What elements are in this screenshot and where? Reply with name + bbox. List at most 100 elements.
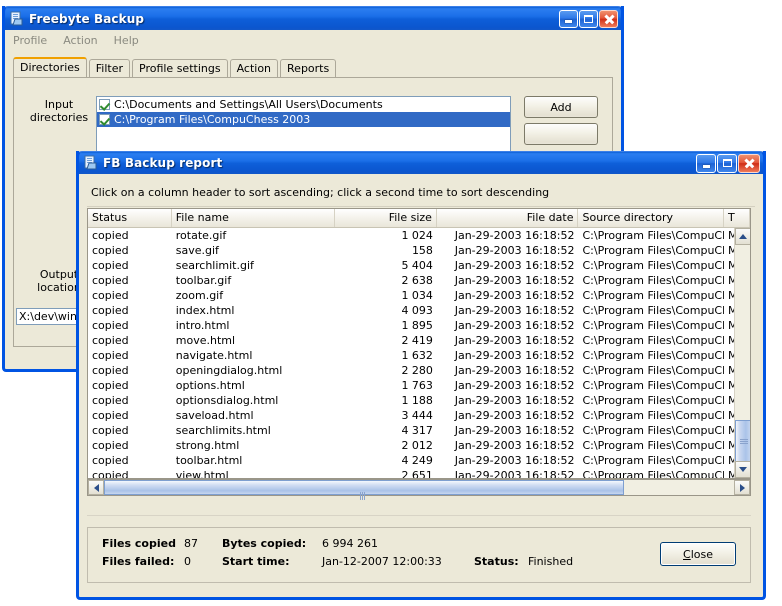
checkbox-checked-icon[interactable] <box>99 114 110 125</box>
cell-size: 1 188 <box>335 393 437 408</box>
tab-reports[interactable]: Reports <box>280 59 336 78</box>
table-row[interactable]: copiedsearchlimit.gif5 404Jan-29-2003 16… <box>88 258 750 273</box>
vertical-scrollbar-thumb[interactable] <box>735 420 750 464</box>
cell-name: toolbar.gif <box>172 273 336 288</box>
table-row[interactable]: copiedmove.html2 419Jan-29-2003 16:18:52… <box>88 333 750 348</box>
close-accelerator: C <box>683 548 691 561</box>
menubar: Profile Action Help <box>5 30 621 50</box>
close-button[interactable]: Close <box>660 542 736 566</box>
cell-name: searchlimits.html <box>172 423 336 438</box>
tab-profile-settings[interactable]: Profile settings <box>132 59 228 78</box>
cell-src: C:\Program Files\CompuChess 2... <box>579 288 725 303</box>
scroll-left-arrow-icon[interactable] <box>88 480 104 495</box>
report-file-list: Status File name File size File date Sou… <box>87 208 751 479</box>
table-row[interactable]: copiedview.html2 651Jan-29-2003 16:18:52… <box>88 468 750 478</box>
cell-size: 2 280 <box>335 363 437 378</box>
cell-status: copied <box>88 348 172 363</box>
scroll-up-arrow-icon[interactable] <box>735 228 750 245</box>
cell-status: copied <box>88 333 172 348</box>
tab-directories[interactable]: Directories <box>13 57 87 77</box>
column-header-target[interactable]: T <box>724 209 750 227</box>
summary-row-copied: Files copied 87 Bytes copied: 6 994 261 <box>102 537 573 555</box>
column-header-file-date[interactable]: File date <box>437 209 579 227</box>
minimize-button[interactable] <box>559 10 578 28</box>
menu-action[interactable]: Action <box>63 34 97 47</box>
table-row[interactable]: copiedsave.gif158Jan-29-2003 16:18:52C:\… <box>88 243 750 258</box>
report-window-titlebar[interactable]: FB Backup report <box>76 151 766 174</box>
scroll-right-arrow-icon[interactable] <box>734 480 750 495</box>
list-rows-area: copiedrotate.gif1 024Jan-29-2003 16:18:5… <box>88 228 750 478</box>
list-item[interactable]: C:\Documents and Settings\All Users\Docu… <box>97 97 510 112</box>
cell-date: Jan-29-2003 16:18:52 <box>437 453 579 468</box>
directory-path: C:\Program Files\CompuChess 2003 <box>114 113 310 126</box>
horizontal-scrollbar[interactable] <box>87 479 751 496</box>
add-button[interactable]: Add <box>524 96 598 118</box>
cell-date: Jan-29-2003 16:18:52 <box>437 408 579 423</box>
table-row[interactable]: copiedintro.html1 895Jan-29-2003 16:18:5… <box>88 318 750 333</box>
cell-status: copied <box>88 378 172 393</box>
secondary-directory-button[interactable] <box>524 123 598 145</box>
status-label: Status: <box>474 555 528 568</box>
close-button-label: Close <box>683 548 713 561</box>
cell-size: 1 024 <box>335 228 437 243</box>
table-row[interactable]: copiedtoolbar.html4 249Jan-29-2003 16:18… <box>88 453 750 468</box>
report-close-window-button[interactable] <box>738 154 760 173</box>
menu-help[interactable]: Help <box>114 34 139 47</box>
cell-date: Jan-29-2003 16:18:52 <box>437 318 579 333</box>
cell-status: copied <box>88 423 172 438</box>
main-window-title: Freebyte Backup <box>29 12 559 26</box>
horizontal-scrollbar-thumb[interactable] <box>104 480 624 495</box>
cell-status: copied <box>88 408 172 423</box>
tab-filter[interactable]: Filter <box>89 59 130 78</box>
column-header-file-name[interactable]: File name <box>172 209 335 227</box>
table-row[interactable]: copiedrotate.gif1 024Jan-29-2003 16:18:5… <box>88 228 750 243</box>
table-row[interactable]: copiedsaveload.html3 444Jan-29-2003 16:1… <box>88 408 750 423</box>
column-header-status[interactable]: Status <box>88 209 172 227</box>
table-row[interactable]: copiedstrong.html2 012Jan-29-2003 16:18:… <box>88 438 750 453</box>
tab-action[interactable]: Action <box>230 59 278 78</box>
cell-name: toolbar.html <box>172 453 336 468</box>
files-copied-label: Files copied <box>102 537 184 550</box>
list-item[interactable]: C:\Program Files\CompuChess 2003 <box>97 112 510 127</box>
column-header-file-size[interactable]: File size <box>335 209 437 227</box>
input-directories-label: Input directories <box>28 98 90 124</box>
table-row[interactable]: copiedtoolbar.gif2 638Jan-29-2003 16:18:… <box>88 273 750 288</box>
cell-status: copied <box>88 318 172 333</box>
column-header-source-directory[interactable]: Source directory <box>578 209 724 227</box>
report-maximize-button[interactable] <box>717 154 737 173</box>
report-window-title: FB Backup report <box>103 156 696 170</box>
report-icon <box>83 155 99 171</box>
cell-name: index.html <box>172 303 336 318</box>
files-copied-value: 87 <box>184 537 222 550</box>
cell-name: saveload.html <box>172 408 336 423</box>
checkbox-checked-icon[interactable] <box>99 99 110 110</box>
cell-src: C:\Program Files\CompuChess 2... <box>579 273 725 288</box>
cell-src: C:\Program Files\CompuChess 2... <box>579 468 725 478</box>
start-time-label: Start time: <box>222 555 322 568</box>
cell-date: Jan-29-2003 16:18:52 <box>437 258 579 273</box>
cell-src: C:\Program Files\CompuChess 2... <box>579 348 725 363</box>
table-row[interactable]: copiedindex.html4 093Jan-29-2003 16:18:5… <box>88 303 750 318</box>
table-row[interactable]: copiedzoom.gif1 034Jan-29-2003 16:18:52C… <box>88 288 750 303</box>
tabstrip: Directories Filter Profile settings Acti… <box>13 58 621 77</box>
vertical-scrollbar[interactable] <box>734 228 750 478</box>
table-row[interactable]: copiedsearchlimits.html4 317Jan-29-2003 … <box>88 423 750 438</box>
table-row[interactable]: copiedopeningdialog.html2 280Jan-29-2003… <box>88 363 750 378</box>
menu-profile[interactable]: Profile <box>13 34 47 47</box>
maximize-button[interactable] <box>579 10 598 28</box>
table-row[interactable]: copiednavigate.html1 632Jan-29-2003 16:1… <box>88 348 750 363</box>
main-window-titlebar[interactable]: Freebyte Backup <box>2 6 624 30</box>
cell-status: copied <box>88 228 172 243</box>
main-window-controls <box>559 10 619 28</box>
table-row[interactable]: copiedoptions.html1 763Jan-29-2003 16:18… <box>88 378 750 393</box>
cell-name: openingdialog.html <box>172 363 336 378</box>
table-row[interactable]: copiedoptionsdialog.html1 188Jan-29-2003… <box>88 393 750 408</box>
cell-src: C:\Program Files\CompuChess 2... <box>579 303 725 318</box>
report-minimize-button[interactable] <box>696 154 716 173</box>
cell-src: C:\Program Files\CompuChess 2... <box>579 258 725 273</box>
scroll-down-arrow-icon[interactable] <box>735 461 750 478</box>
cell-size: 4 317 <box>335 423 437 438</box>
close-window-button[interactable] <box>599 10 618 28</box>
cell-status: copied <box>88 438 172 453</box>
app-icon <box>9 11 25 27</box>
